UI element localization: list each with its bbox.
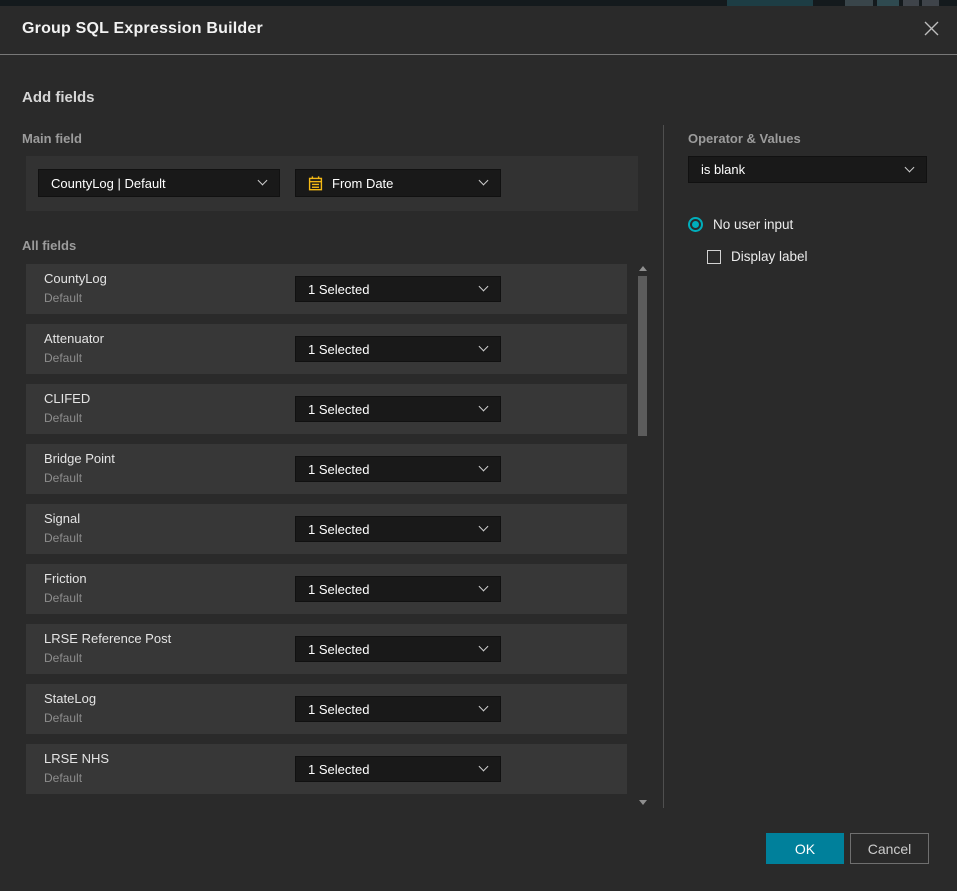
scrollbar-thumb[interactable] bbox=[638, 276, 647, 436]
radio-dot bbox=[692, 221, 699, 228]
field-selection-select[interactable]: 1 Selected bbox=[295, 696, 501, 722]
field-subtitle: Default bbox=[44, 711, 82, 725]
operator-select[interactable]: is blank bbox=[688, 156, 927, 183]
chevron-down-icon bbox=[479, 762, 489, 772]
field-row-lrse-nhs: LRSE NHS Default 1 Selected bbox=[26, 744, 627, 794]
field-name: CLIFED bbox=[44, 391, 90, 406]
field-selection-select[interactable]: 1 Selected bbox=[295, 636, 501, 662]
field-selection-value: 1 Selected bbox=[308, 762, 369, 777]
add-fields-heading: Add fields bbox=[22, 89, 95, 106]
field-selection-value: 1 Selected bbox=[308, 402, 369, 417]
field-selection-select[interactable]: 1 Selected bbox=[295, 756, 501, 782]
field-row-lrse-reference-post: LRSE Reference Post Default 1 Selected bbox=[26, 624, 627, 674]
main-field-label: Main field bbox=[22, 131, 82, 146]
display-label-checkbox[interactable]: Display label bbox=[707, 249, 808, 264]
field-name: StateLog bbox=[44, 691, 96, 706]
group-sql-expression-builder-dialog: Group SQL Expression Builder Add fields … bbox=[0, 6, 957, 891]
field-selection-value: 1 Selected bbox=[308, 342, 369, 357]
cancel-button[interactable]: Cancel bbox=[850, 833, 929, 864]
operator-values-label: Operator & Values bbox=[688, 131, 801, 146]
field-subtitle: Default bbox=[44, 591, 82, 605]
chevron-down-icon bbox=[479, 402, 489, 412]
field-row-friction: Friction Default 1 Selected bbox=[26, 564, 627, 614]
field-selection-select[interactable]: 1 Selected bbox=[295, 576, 501, 602]
chevron-down-icon bbox=[479, 462, 489, 472]
field-selection-value: 1 Selected bbox=[308, 702, 369, 717]
field-name: LRSE Reference Post bbox=[44, 631, 171, 646]
field-name: Signal bbox=[44, 511, 80, 526]
operator-select-value: is blank bbox=[701, 162, 745, 177]
field-row-statelog: StateLog Default 1 Selected bbox=[26, 684, 627, 734]
chevron-down-icon bbox=[479, 642, 489, 652]
field-selection-select[interactable]: 1 Selected bbox=[295, 336, 501, 362]
radio-selected-icon bbox=[688, 217, 703, 232]
field-row-clifed: CLIFED Default 1 Selected bbox=[26, 384, 627, 434]
chevron-down-icon bbox=[479, 702, 489, 712]
chevron-down-icon bbox=[479, 522, 489, 532]
field-name: CountyLog bbox=[44, 271, 107, 286]
field-subtitle: Default bbox=[44, 531, 82, 545]
field-selection-select[interactable]: 1 Selected bbox=[295, 276, 501, 302]
field-subtitle: Default bbox=[44, 771, 82, 785]
field-row-attenuator: Attenuator Default 1 Selected bbox=[26, 324, 627, 374]
close-icon bbox=[923, 20, 940, 40]
column-divider bbox=[663, 125, 664, 808]
no-user-input-radio[interactable]: No user input bbox=[688, 217, 793, 232]
field-selection-select[interactable]: 1 Selected bbox=[295, 516, 501, 542]
checkbox-unchecked-icon bbox=[707, 250, 721, 264]
field-name: Bridge Point bbox=[44, 451, 115, 466]
ok-button[interactable]: OK bbox=[766, 833, 844, 864]
field-selection-select[interactable]: 1 Selected bbox=[295, 456, 501, 482]
field-row-bridge-point: Bridge Point Default 1 Selected bbox=[26, 444, 627, 494]
no-user-input-label: No user input bbox=[713, 217, 793, 232]
field-selection-value: 1 Selected bbox=[308, 522, 369, 537]
all-fields-label: All fields bbox=[22, 238, 76, 253]
main-field-panel: CountyLog | Default From Date bbox=[26, 156, 638, 211]
calendar-icon bbox=[308, 176, 323, 191]
chevron-down-icon bbox=[479, 282, 489, 292]
dialog-header: Group SQL Expression Builder bbox=[0, 6, 957, 55]
field-selection-value: 1 Selected bbox=[308, 282, 369, 297]
chevron-down-icon bbox=[479, 176, 489, 186]
field-subtitle: Default bbox=[44, 651, 82, 665]
field-name: Attenuator bbox=[44, 331, 104, 346]
field-subtitle: Default bbox=[44, 471, 82, 485]
display-label-text: Display label bbox=[731, 249, 808, 264]
field-name: Friction bbox=[44, 571, 87, 586]
field-selection-value: 1 Selected bbox=[308, 582, 369, 597]
field-subtitle: Default bbox=[44, 291, 82, 305]
scroll-up-icon[interactable] bbox=[639, 266, 647, 271]
scrollbar[interactable] bbox=[636, 262, 650, 807]
chevron-down-icon bbox=[258, 176, 268, 186]
field-row-signal: Signal Default 1 Selected bbox=[26, 504, 627, 554]
dialog-title: Group SQL Expression Builder bbox=[22, 20, 263, 38]
chevron-down-icon bbox=[479, 582, 489, 592]
field-selection-value: 1 Selected bbox=[308, 462, 369, 477]
field-row-countylog: CountyLog Default 1 Selected bbox=[26, 264, 627, 314]
field-selection-select[interactable]: 1 Selected bbox=[295, 396, 501, 422]
field-subtitle: Default bbox=[44, 351, 82, 365]
layer-select-value: CountyLog | Default bbox=[51, 176, 166, 191]
field-subtitle: Default bbox=[44, 411, 82, 425]
main-field-select[interactable]: From Date bbox=[295, 169, 501, 197]
field-name: LRSE NHS bbox=[44, 751, 109, 766]
close-button[interactable] bbox=[918, 17, 944, 43]
layer-select[interactable]: CountyLog | Default bbox=[38, 169, 280, 197]
chevron-down-icon bbox=[905, 162, 915, 172]
field-selection-value: 1 Selected bbox=[308, 642, 369, 657]
all-fields-list: CountyLog Default 1 Selected Attenuator … bbox=[26, 264, 627, 804]
scroll-down-icon[interactable] bbox=[639, 800, 647, 805]
main-field-select-value: From Date bbox=[332, 176, 393, 191]
chevron-down-icon bbox=[479, 342, 489, 352]
